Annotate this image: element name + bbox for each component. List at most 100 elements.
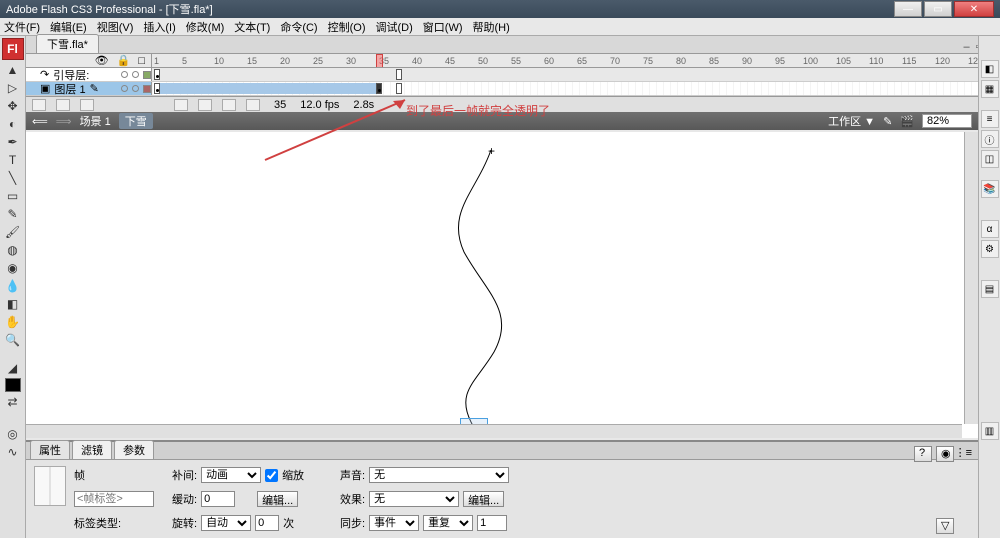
outline-toggle[interactable] <box>143 85 151 93</box>
outline-column-icon[interactable]: □ <box>138 55 145 67</box>
tween-select[interactable]: 动画 <box>201 467 261 483</box>
ink-bottle-tool[interactable]: ◍ <box>3 242 23 258</box>
ease-edit-button[interactable]: 编辑... <box>257 491 298 507</box>
rectangle-tool[interactable]: ▭ <box>3 188 23 204</box>
zoom-select[interactable]: 82% <box>922 114 972 128</box>
scale-checkbox[interactable] <box>265 469 278 482</box>
v-scrollbar[interactable] <box>964 132 978 424</box>
workspace-label[interactable]: 工作区 ▼ <box>828 113 875 129</box>
keyframe-start[interactable] <box>154 83 160 94</box>
document-tab[interactable]: 下雪.fla* <box>36 34 99 53</box>
menu-insert[interactable]: 插入(I) <box>143 19 175 35</box>
menu-help[interactable]: 帮助(H) <box>473 19 510 35</box>
tab-filters[interactable]: 滤镜 <box>72 440 112 459</box>
tab-properties[interactable]: 属性 <box>30 440 70 459</box>
layer-name[interactable]: 图层 1 <box>54 81 85 97</box>
free-transform-tool[interactable]: ✥ <box>3 98 23 114</box>
new-layer-button[interactable] <box>32 99 46 111</box>
menu-debug[interactable]: 调试(D) <box>376 19 413 35</box>
lock-column-icon[interactable]: 🔒 <box>117 54 131 67</box>
symbol-edit-icon[interactable]: ✎ <box>883 115 892 128</box>
paint-bucket-tool[interactable]: ◉ <box>3 260 23 276</box>
tab-parameters[interactable]: 参数 <box>114 440 154 459</box>
frame-label-input[interactable] <box>74 491 154 507</box>
playhead[interactable] <box>376 54 383 67</box>
keyframe-end[interactable] <box>396 69 402 80</box>
eyedropper-tool[interactable]: 💧 <box>3 278 23 294</box>
text-tool[interactable]: T <box>3 152 23 168</box>
selection-tool[interactable]: ▲ <box>3 62 23 78</box>
eye-toggle[interactable] <box>121 71 128 78</box>
delete-layer-button[interactable] <box>80 99 94 111</box>
smooth-option-icon[interactable]: ∿ <box>3 444 23 460</box>
lock-toggle[interactable] <box>132 71 139 78</box>
menu-window[interactable]: 窗口(W) <box>423 19 463 35</box>
swap-colors-icon[interactable]: ⇄ <box>3 394 23 410</box>
menu-commands[interactable]: 命令(C) <box>280 19 317 35</box>
align-panel-icon[interactable]: ≡ <box>981 110 999 128</box>
outline-toggle[interactable] <box>143 71 151 79</box>
snap-option-icon[interactable]: ◎ <box>3 426 23 442</box>
repeat-count-input[interactable] <box>477 515 507 531</box>
onion-markers-button[interactable] <box>246 99 260 111</box>
back-button[interactable]: ⟸ <box>32 115 48 128</box>
subselection-tool[interactable]: ▷ <box>3 80 23 96</box>
stroke-color-swatch[interactable]: ◢ <box>3 360 23 376</box>
maximize-button[interactable]: ▭ <box>924 1 952 17</box>
line-tool[interactable]: ╲ <box>3 170 23 186</box>
motion-tween[interactable] <box>154 83 382 94</box>
layer-row-guide[interactable]: ↷ 引导层: <box>26 68 978 82</box>
menu-file[interactable]: 文件(F) <box>4 19 40 35</box>
menu-control[interactable]: 控制(O) <box>328 19 366 35</box>
keyframe-empty[interactable] <box>396 83 402 94</box>
onion-skin-button[interactable] <box>174 99 188 111</box>
expand-icon[interactable]: ▽ <box>936 518 954 534</box>
layer1-frames[interactable] <box>152 82 978 95</box>
pen-tool[interactable]: ✒ <box>3 134 23 150</box>
close-button[interactable]: ✕ <box>954 1 994 17</box>
transform-panel-icon[interactable]: ◫ <box>981 150 999 168</box>
actions-panel-icon[interactable]: α <box>981 220 999 238</box>
swatches-panel-icon[interactable]: ▦ <box>981 80 999 98</box>
new-folder-button[interactable] <box>56 99 70 111</box>
eye-toggle[interactable] <box>121 85 128 92</box>
eraser-tool[interactable]: ◧ <box>3 296 23 312</box>
info-panel-icon[interactable]: ⓘ <box>981 130 999 148</box>
edit-multiple-button[interactable] <box>222 99 236 111</box>
onion-outlines-button[interactable] <box>198 99 212 111</box>
lock-toggle[interactable] <box>132 85 139 92</box>
effect-edit-button[interactable]: 编辑... <box>463 491 504 507</box>
hand-tool[interactable]: ✋ <box>3 314 23 330</box>
menu-view[interactable]: 视图(V) <box>97 19 134 35</box>
keyframe[interactable] <box>154 69 160 80</box>
sound-select[interactable]: 无 <box>369 467 509 483</box>
h-scrollbar[interactable] <box>26 424 962 438</box>
scene-label[interactable]: 场景 1 <box>80 113 111 129</box>
zoom-tool[interactable]: 🔍 <box>3 332 23 348</box>
panel-icon-a[interactable]: ▤ <box>981 280 999 298</box>
scene-icon[interactable]: 🎬 <box>900 115 914 128</box>
lasso-tool[interactable]: ◐ <box>3 116 23 132</box>
menu-modify[interactable]: 修改(M) <box>186 19 225 35</box>
fill-color-swatch[interactable] <box>5 378 21 392</box>
behaviors-panel-icon[interactable]: ⚙ <box>981 240 999 258</box>
guide-frames[interactable] <box>152 68 978 81</box>
effect-select[interactable]: 无 <box>369 491 459 507</box>
sync-select[interactable]: 事件 <box>369 515 419 531</box>
help-icon[interactable]: ? <box>914 446 932 462</box>
rotate-count-input[interactable] <box>255 515 279 531</box>
panel-option-icon[interactable]: ◉ <box>936 446 954 462</box>
repeat-select[interactable]: 重复 <box>423 515 473 531</box>
panel-icon-b[interactable]: ▥ <box>981 422 999 440</box>
eye-column-icon[interactable]: 👁 <box>95 54 109 67</box>
keyframe-current[interactable] <box>376 83 382 94</box>
minimize-button[interactable]: — <box>894 1 922 17</box>
layer-row-1[interactable]: ▣ 图层 1 ✎ <box>26 82 978 96</box>
doc-minimize-button[interactable]: – <box>964 41 970 53</box>
stage[interactable]: + ❄ <box>26 132 978 438</box>
rotate-select[interactable]: 自动 <box>201 515 251 531</box>
ease-input[interactable] <box>201 491 235 507</box>
forward-button[interactable]: ⟹ <box>56 115 72 128</box>
scene-crumb[interactable]: 下雪 <box>119 113 153 129</box>
brush-tool[interactable]: 🖌 <box>3 224 23 240</box>
